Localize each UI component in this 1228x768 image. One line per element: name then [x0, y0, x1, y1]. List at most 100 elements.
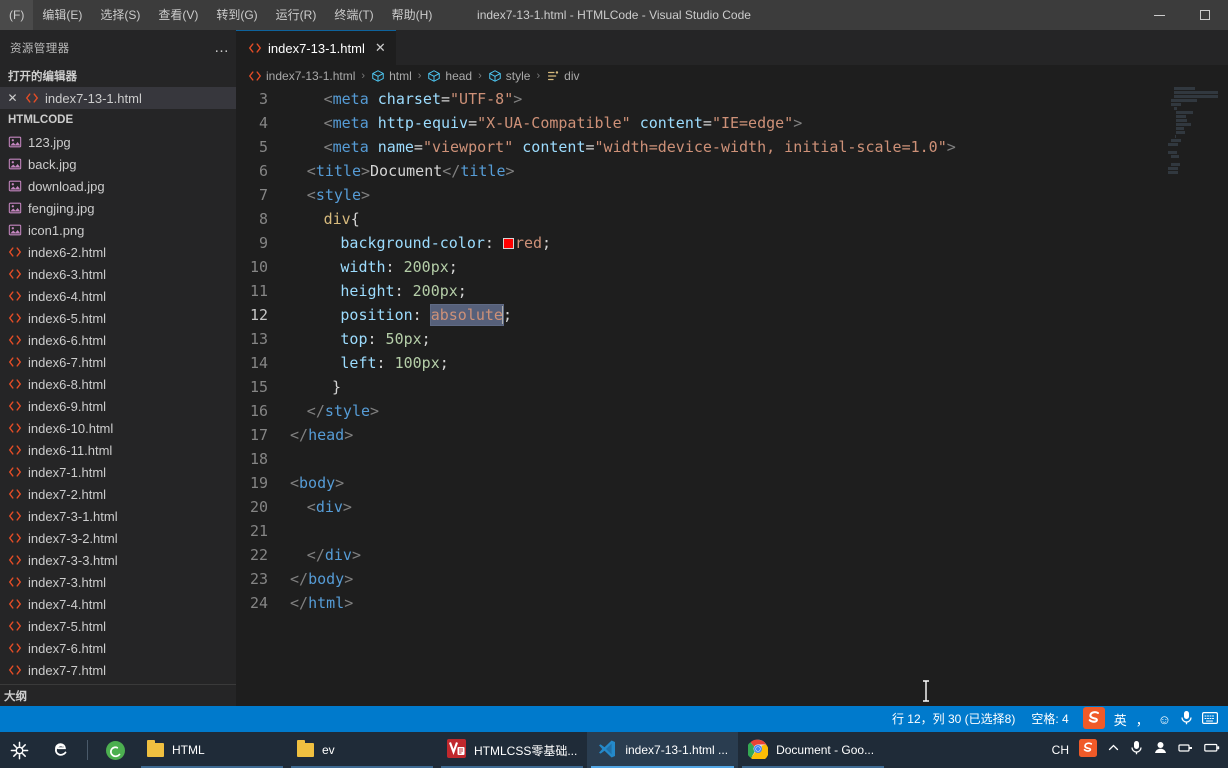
- ime-keyboard-icon[interactable]: [1202, 711, 1219, 727]
- file-item[interactable]: index6-4.html: [0, 285, 236, 307]
- file-item[interactable]: index6-9.html: [0, 395, 236, 417]
- code-line-content: [290, 447, 1228, 471]
- sogou-logo-icon[interactable]: [1082, 706, 1105, 732]
- close-icon[interactable]: ✕: [375, 40, 386, 56]
- breadcrumb-item-div[interactable]: div: [546, 69, 579, 83]
- menu-help[interactable]: 帮助(H): [383, 0, 442, 30]
- folder-header[interactable]: HTMLCODE: [0, 109, 236, 131]
- file-item[interactable]: index6-11.html: [0, 439, 236, 461]
- code-line-content: <style>: [306, 186, 371, 204]
- title-bar: (F) 编辑(E) 选择(S) 查看(V) 转到(G) 运行(R) 终端(T) …: [0, 0, 1228, 30]
- menu-go[interactable]: 转到(G): [207, 0, 266, 30]
- file-item[interactable]: 123.jpg: [0, 131, 236, 153]
- tray-network-icon[interactable]: [1178, 741, 1194, 759]
- file-item-label: index7-4.html: [28, 596, 107, 612]
- file-item[interactable]: index7-1.html: [0, 461, 236, 483]
- code-editor[interactable]: 3 <meta charset="UTF-8"> 4 <meta http-equiv…: [236, 87, 1228, 706]
- maximize-restore-button[interactable]: [1182, 0, 1228, 30]
- html-file-icon: [8, 245, 22, 259]
- status-bar-right: 行 12，列 30 (已选择8) 空格: 4 英 ， ☺: [884, 706, 1228, 732]
- taskbar-browser-green-icon[interactable]: [94, 732, 137, 768]
- file-item[interactable]: index6-7.html: [0, 351, 236, 373]
- ime-punctuation-icon[interactable]: ，: [1136, 710, 1149, 729]
- ime-mode-label[interactable]: 英: [1114, 710, 1127, 729]
- minimize-button[interactable]: [1136, 0, 1182, 30]
- code-line-content: <meta http-equiv="X-UA-Compatible" conte…: [323, 114, 803, 132]
- file-item[interactable]: download.jpg: [0, 175, 236, 197]
- file-item[interactable]: icon1.png: [0, 219, 236, 241]
- tray-app-icon[interactable]: [1153, 740, 1168, 760]
- code-line-content: <title>Document</title>: [306, 162, 515, 180]
- file-item[interactable]: index7-3-3.html: [0, 549, 236, 571]
- taskbar-item-chrome[interactable]: Document - Goo...: [738, 732, 888, 768]
- menu-view[interactable]: 查看(V): [149, 0, 207, 30]
- menu-file[interactable]: (F): [0, 0, 34, 30]
- explorer-title: 资源管理器: [10, 42, 70, 55]
- start-button[interactable]: [0, 732, 39, 768]
- taskbar-item-ev-folder[interactable]: ev: [287, 732, 437, 768]
- file-item[interactable]: index7-3-1.html: [0, 505, 236, 527]
- editor-scrollbar[interactable]: [1214, 87, 1228, 706]
- menu-selection[interactable]: 选择(S): [91, 0, 149, 30]
- file-item[interactable]: index6-6.html: [0, 329, 236, 351]
- tray-language-label[interactable]: CH: [1052, 743, 1069, 757]
- html-file-icon: [25, 91, 39, 105]
- file-item[interactable]: index7-7.html: [0, 659, 236, 681]
- ime-voice-icon[interactable]: [1180, 710, 1193, 728]
- file-item[interactable]: index7-4.html: [0, 593, 236, 615]
- breadcrumb-item-head[interactable]: head: [427, 69, 472, 83]
- file-item[interactable]: index6-2.html: [0, 241, 236, 263]
- ime-emoji-icon[interactable]: ☺: [1158, 712, 1171, 727]
- file-item[interactable]: index6-3.html: [0, 263, 236, 285]
- image-file-icon: [8, 201, 22, 215]
- cube-icon: [371, 69, 385, 83]
- file-item-label: index6-2.html: [28, 244, 107, 260]
- close-icon[interactable]: ✕: [6, 91, 19, 105]
- html-file-icon: [8, 333, 22, 347]
- taskbar-item-htmlcss-video[interactable]: HTMLCSS零基础...: [437, 732, 587, 768]
- menu-edit[interactable]: 编辑(E): [33, 0, 91, 30]
- tray-microphone-icon[interactable]: [1130, 740, 1143, 760]
- file-item[interactable]: index7-3-2.html: [0, 527, 236, 549]
- tray-battery-icon[interactable]: [1204, 741, 1220, 759]
- file-item-label: index6-3.html: [28, 266, 107, 282]
- line-number: 24: [249, 594, 268, 612]
- menu-terminal[interactable]: 终端(T): [325, 0, 382, 30]
- file-item[interactable]: index6-8.html: [0, 373, 236, 395]
- code-line: 13 top: 50px;: [236, 327, 1228, 351]
- file-item[interactable]: index7-2.html: [0, 483, 236, 505]
- file-item[interactable]: back.jpg: [0, 153, 236, 175]
- file-item[interactable]: index6-10.html: [0, 417, 236, 439]
- breadcrumb-label: head: [445, 69, 473, 83]
- file-item-label: index6-7.html: [28, 354, 107, 370]
- file-item[interactable]: index7-6.html: [0, 637, 236, 659]
- file-item[interactable]: index7-3.html: [0, 571, 236, 593]
- more-actions-icon[interactable]: …: [214, 40, 230, 55]
- tab-index7-13-1-html[interactable]: index7-13-1.html ✕: [236, 30, 396, 65]
- code-line: 17 </head>: [236, 423, 1228, 447]
- breadcrumb-item-html[interactable]: html: [371, 69, 412, 83]
- code-line: 9 background-color: red;: [236, 231, 1228, 255]
- breadcrumb-item-file[interactable]: index7-13-1.html: [248, 69, 355, 83]
- taskbar-item-html-folder[interactable]: HTML: [137, 732, 287, 768]
- taskbar-edge-icon[interactable]: [39, 732, 81, 768]
- code-line: 11 height: 200px;: [236, 279, 1228, 303]
- outline-section-header[interactable]: 大纲: [0, 684, 236, 706]
- file-item-label: index7-2.html: [28, 486, 107, 502]
- breadcrumb-item-style[interactable]: style: [488, 69, 530, 83]
- indentation-status[interactable]: 空格: 4: [1023, 706, 1076, 732]
- file-item[interactable]: fengjing.jpg: [0, 197, 236, 219]
- file-item[interactable]: index7-5.html: [0, 615, 236, 637]
- open-editor-item[interactable]: ✕ index7-13-1.html: [0, 87, 236, 109]
- video-player-icon: [447, 739, 466, 761]
- tray-chevron-up-icon[interactable]: [1107, 741, 1120, 759]
- file-item[interactable]: index6-5.html: [0, 307, 236, 329]
- menu-run[interactable]: 运行(R): [267, 0, 326, 30]
- cursor-position-status[interactable]: 行 12，列 30 (已选择8): [884, 706, 1023, 732]
- breadcrumb-separator: ›: [417, 70, 422, 82]
- tray-sogou-icon[interactable]: [1079, 738, 1097, 762]
- open-editors-header[interactable]: 打开的编辑器: [0, 65, 236, 87]
- html-file-icon: [8, 267, 22, 281]
- html-file-icon: [8, 289, 22, 303]
- taskbar-item-vscode[interactable]: index7-13-1.html ...: [587, 732, 739, 768]
